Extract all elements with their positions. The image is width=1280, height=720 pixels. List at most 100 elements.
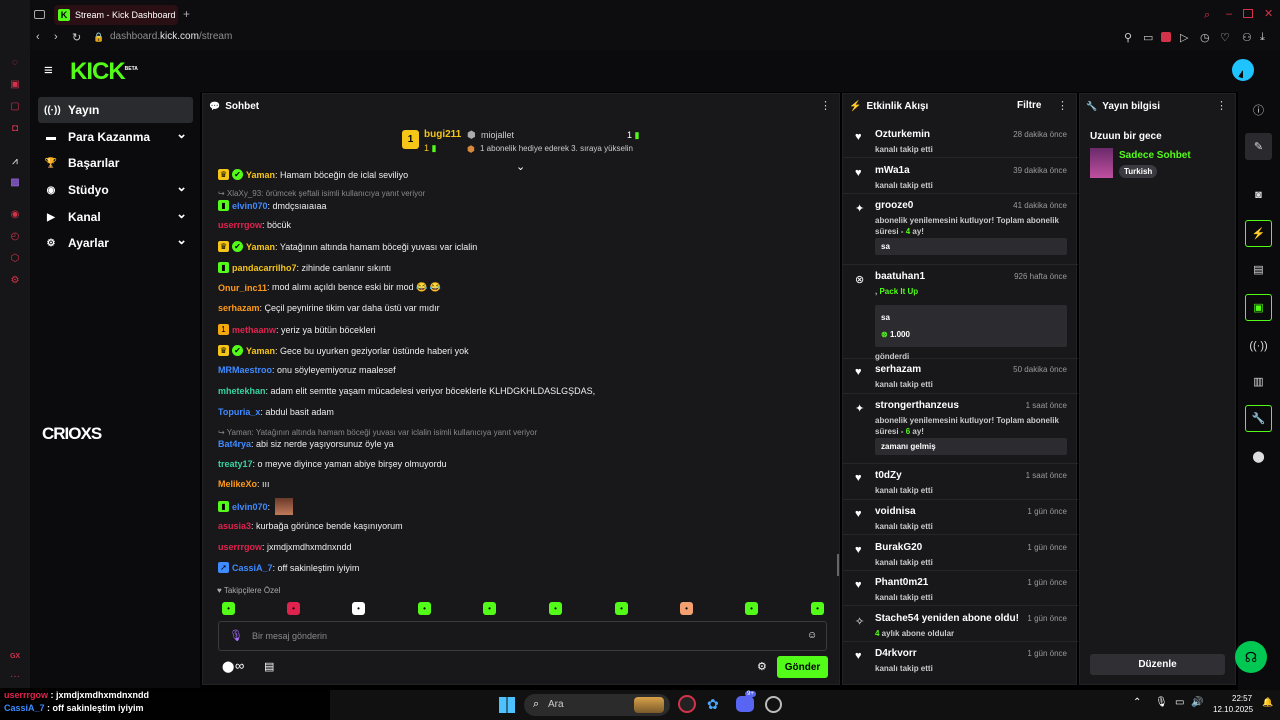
sidebar-history-icon[interactable]: ◴ (9, 230, 21, 242)
download-icon[interactable]: ⤓ (1260, 31, 1265, 44)
back-icon[interactable]: ‹ (36, 31, 40, 43)
emote-1-icon[interactable]: • (287, 602, 300, 615)
second-gifter-name[interactable]: miojallet (481, 130, 514, 140)
chat-username[interactable]: userrrgow (218, 542, 262, 552)
browser-tab-kick[interactable]: K Stream - Kick Dashboard (54, 5, 178, 25)
sidebar-player-icon[interactable]: ◉ (9, 208, 21, 220)
moderation-icon[interactable]: ▥ (1245, 368, 1272, 395)
chat-settings-icon[interactable]: ⚙ (757, 660, 767, 673)
player-icon[interactable]: ◷ (1200, 31, 1210, 44)
sidebar-instagram-icon[interactable]: ◘ (9, 122, 21, 134)
chat-username[interactable]: pandacarrilho7 (232, 263, 297, 273)
emote-7-icon[interactable]: • (680, 602, 693, 615)
mic-tray-icon[interactable]: 🎙 (1155, 697, 1168, 708)
activity-username[interactable]: baatuhan1 (875, 271, 925, 282)
chat-input-box[interactable]: 🎙 Bir mesaj gönderin ☺ (218, 621, 827, 651)
chat-username[interactable]: mhetekhan (218, 386, 266, 396)
chat-username[interactable]: Yaman (246, 170, 275, 180)
chat-username[interactable]: CassiA_7 (232, 563, 273, 573)
steam-taskbar-icon[interactable] (765, 696, 782, 713)
activity-username[interactable]: Ozturkemin (875, 129, 930, 140)
close-icon[interactable]: ✕ (1264, 7, 1273, 20)
chat-username[interactable]: MelikeXo (218, 479, 257, 489)
nav-item-0[interactable]: ((·)) Yayın (38, 97, 193, 123)
kicks-icon[interactable]: ⬤ (222, 660, 234, 673)
tab-island-icon[interactable] (34, 10, 45, 19)
reload-icon[interactable]: ↻ (72, 31, 81, 44)
activity-username[interactable]: voidnisa (875, 506, 916, 517)
nav-item-2[interactable]: 🏆 Başarılar (38, 150, 193, 176)
edit-pencil-icon[interactable]: ✎ (1245, 133, 1272, 160)
activity-lightning-icon[interactable]: ⚡ (1245, 220, 1272, 247)
activity-username[interactable]: Stache54 yeniden abone oldu! (875, 613, 1019, 624)
activity-options-icon[interactable]: ⋮ (1057, 99, 1068, 112)
custom-emote-image[interactable] (275, 498, 294, 515)
nav-item-4[interactable]: ▶ Kanal ⌄ (38, 204, 193, 230)
chat-username[interactable]: userrrgow (218, 220, 262, 230)
share-icon[interactable]: ⬤ (1245, 443, 1272, 470)
emote-0-icon[interactable]: • (222, 602, 235, 615)
activity-username[interactable]: BurakG20 (875, 542, 922, 553)
emote-3-icon[interactable]: • (418, 602, 431, 615)
snapshot-icon[interactable]: ▭ (1143, 31, 1153, 44)
chat-options-icon[interactable]: ⋮ (820, 99, 831, 112)
chat-username[interactable]: methaanw (232, 325, 276, 335)
nav-item-5[interactable]: ⚙ Ayarlar ⌄ (38, 230, 193, 256)
collapse-leaderboard-icon[interactable]: ⌄ (516, 160, 525, 173)
send-button[interactable]: Gönder (777, 656, 828, 678)
category-name[interactable]: Sadece Sohbet (1119, 150, 1191, 161)
new-tab-icon[interactable]: + (181, 7, 192, 21)
chat-username[interactable]: elvin070 (232, 502, 268, 512)
taskbar-search[interactable]: ⌕ Ara (524, 694, 670, 716)
emote-5-icon[interactable]: • (549, 602, 562, 615)
filter-button[interactable]: Filtre (1017, 100, 1041, 111)
emote-9-icon[interactable]: • (811, 602, 824, 615)
activity-username[interactable]: serhazam (875, 364, 921, 375)
chat-scrollbar[interactable] (837, 554, 839, 576)
category-thumbnail[interactable] (1090, 148, 1113, 178)
chat-username[interactable]: Topuria_x (218, 407, 260, 417)
chat-username[interactable]: Yaman (246, 242, 275, 252)
store-icon[interactable]: ▤ (264, 660, 274, 673)
discord-taskbar-icon[interactable] (736, 696, 754, 712)
chat-username[interactable]: Onur_inc11 (218, 283, 267, 293)
app-taskbar-icon[interactable]: ✿ (707, 696, 719, 713)
sidebar-settings-icon[interactable]: ⚙ (9, 274, 21, 286)
opera-gx-taskbar-icon[interactable] (678, 695, 696, 713)
infinity-icon[interactable]: ∞ (235, 658, 244, 673)
sidebar-gx-icon[interactable]: GX (9, 650, 21, 662)
sidebar-ai-icon[interactable]: ◌ (9, 56, 21, 68)
emote-4-icon[interactable]: • (483, 602, 496, 615)
forward-icon[interactable]: › (54, 31, 58, 43)
activity-username[interactable]: grooze0 (875, 200, 913, 211)
camera-icon[interactable]: ◙ (1245, 181, 1272, 208)
emote-6-icon[interactable]: • (615, 602, 628, 615)
activity-username[interactable]: strongerthanzeus (875, 400, 959, 411)
minimize-icon[interactable]: – (1226, 8, 1232, 20)
emoji-picker-icon[interactable]: ☺ (807, 630, 817, 641)
sidebar-extensions-icon[interactable]: ⬡ (9, 252, 21, 264)
notes-icon[interactable]: ▤ (1245, 256, 1272, 283)
volume-tray-icon[interactable]: 🔊 (1191, 697, 1203, 708)
chat-username[interactable]: treaty17 (218, 459, 253, 469)
clock-time[interactable]: 22:57 (1232, 694, 1252, 703)
emote-2-icon[interactable]: • (352, 602, 365, 615)
stream-info-options-icon[interactable]: ⋮ (1216, 99, 1227, 112)
chat-username[interactable]: serhazam (218, 303, 260, 313)
sidebar-kick-icon[interactable]: ⩘ (9, 155, 21, 167)
tray-chevron-icon[interactable]: ⌃ (1133, 697, 1141, 708)
microphone-icon[interactable]: 🎙 (229, 629, 243, 642)
windows-start-icon[interactable] (499, 697, 515, 713)
sidebar-more-icon[interactable]: ··· (9, 670, 21, 682)
url-field[interactable]: dashboard.kick.com/stream (110, 31, 232, 42)
notification-bell-icon[interactable]: 🔔 (1262, 697, 1273, 708)
chat-username[interactable]: Yaman (246, 346, 275, 356)
hamburger-menu-icon[interactable]: ≡ (44, 62, 53, 79)
nav-item-3[interactable]: ◉ Stüdyo ⌄ (38, 177, 193, 203)
support-chat-icon[interactable]: ☊ (1235, 641, 1267, 673)
language-tag[interactable]: Turkish (1119, 165, 1158, 178)
chat-username[interactable]: asusia3 (218, 521, 251, 531)
chat-username[interactable]: elvin070 (232, 201, 268, 211)
nav-item-1[interactable]: ▬ Para Kazanma ⌄ (38, 124, 193, 150)
chat-username[interactable]: MRMaestroo (218, 365, 272, 375)
